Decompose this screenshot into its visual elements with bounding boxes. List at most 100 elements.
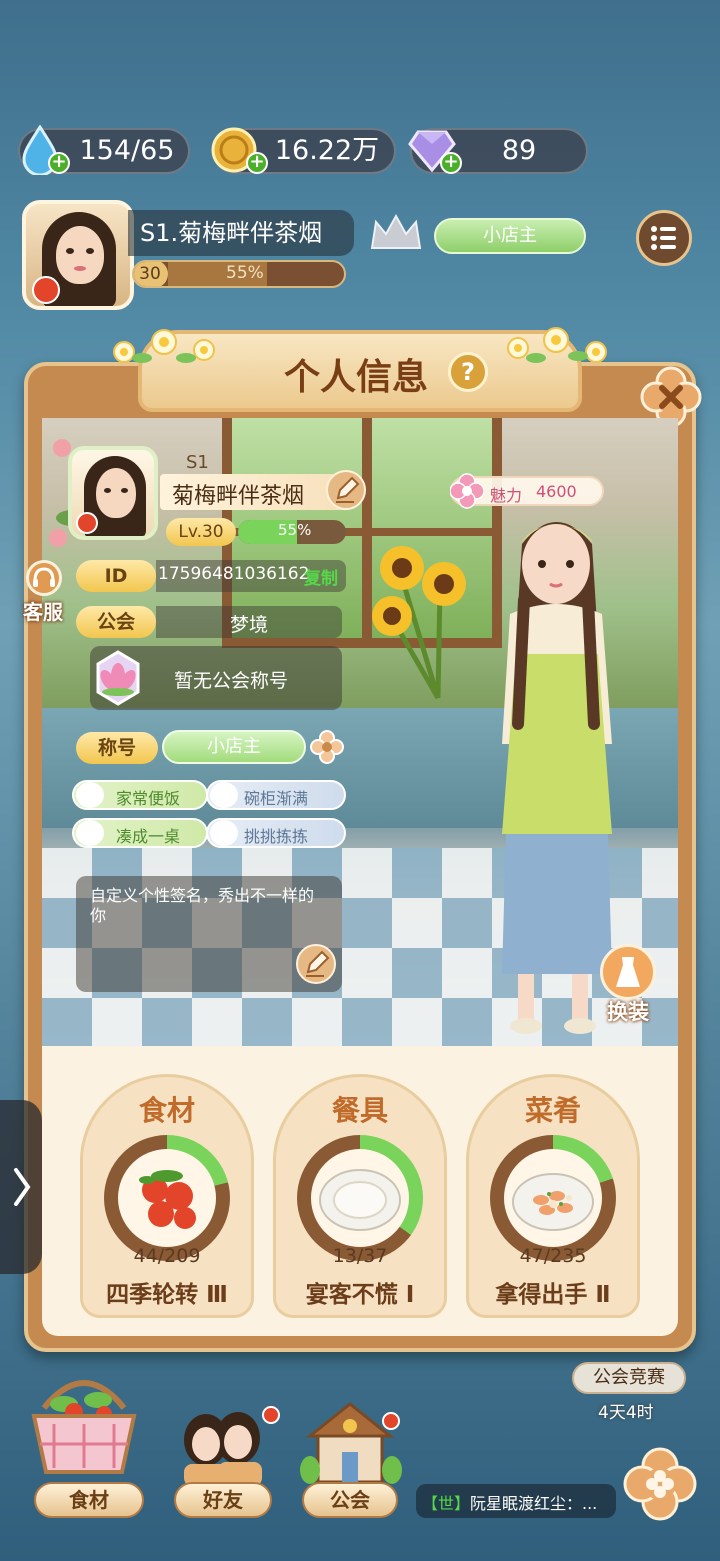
badge-2[interactable]: 碗柜渐满 [206,780,346,810]
badge-1-icon [76,782,104,808]
dress-up-button[interactable]: 换装 [596,944,660,1026]
player-level: 30 [139,264,161,284]
collection-card-dishes[interactable]: 菜肴 47/235 拿得出手 Ⅱ [466,1074,640,1318]
coin-value: 16.22万 [274,135,380,166]
side-expand-button[interactable] [0,1100,42,1274]
add-water-icon[interactable]: + [48,152,70,174]
rank-badge[interactable]: 小店主 [434,218,586,254]
customer-service-button[interactable]: 客服 [14,560,72,626]
water-counter[interactable]: + 154/65 [18,125,190,175]
help-icon: ? [461,358,475,386]
chat-channel: 【世】 [422,1494,471,1513]
edit-signature-button[interactable] [296,944,336,984]
chat-text: 阮星眠渡红尘：... [470,1494,598,1513]
title-value: 小店主 [207,736,261,757]
badge-2-label: 碗柜渐满 [244,789,309,808]
panel-title: 个人信息 [284,357,429,398]
badge-3-icon [76,820,104,846]
nav-ingredients-label: 食材 [69,1488,109,1512]
help-button[interactable]: ? [448,352,488,392]
collection-level: 宴客不慌 Ⅰ [305,1282,415,1308]
dress-icon [600,944,656,1000]
add-coin-icon[interactable]: + [246,152,268,174]
rank-badge-label: 小店主 [483,225,537,246]
basket-icon[interactable] [24,1368,144,1478]
tomato-mini-icon [76,512,98,534]
guild-title: 暂无公会称号 [174,670,289,692]
world-chat-bar[interactable]: 【世】 阮星眠渡红尘：... [416,1484,616,1518]
copy-button[interactable]: 复制 [304,564,338,589]
guild-contest-button[interactable]: 公会竞赛 [572,1362,686,1394]
coin-counter[interactable]: + 16.22万 [211,127,396,174]
title-label: 称号 [76,732,158,764]
collection-title: 餐具 [331,1094,388,1127]
dish-icon [504,1149,602,1247]
badge-3[interactable]: 凑成一桌 [72,818,208,848]
crown-icon [368,212,424,252]
dress-up-label: 换装 [607,1000,649,1024]
guild-contest-label: 公会竞赛 [593,1367,665,1388]
water-value: 154/65 [79,135,175,166]
tomato-badge-icon [32,276,60,304]
chevron-right-icon [14,1168,31,1206]
profile-name: 菊梅畔伴茶烟 [172,484,305,509]
profile-level-pill: Lv.30 [166,518,236,546]
nav-friends[interactable]: 好友 [174,1482,272,1518]
profile-level: Lv.30 [178,522,224,542]
gem-value: 89 [501,135,537,166]
profile-level-progress: 55% [278,521,312,539]
badge-2-icon [210,782,238,808]
collection-card-ingredients[interactable]: 食材 44/209 四季轮转 Ⅲ [80,1074,254,1318]
plate-icon [311,1149,409,1247]
customer-service-label: 客服 [23,600,63,624]
charm-flower-icon [449,472,485,510]
signature-text: 自定义个性签名，秀出不一样的你 [90,886,315,925]
player-level-bar: 30 55% [132,260,346,288]
add-gem-icon[interactable]: + [440,152,462,174]
edit-name-button[interactable] [326,470,366,510]
headset-icon [26,560,62,596]
player-name: S1.菊梅畔伴茶烟 [128,210,354,256]
badge-3-label: 凑成一桌 [116,827,181,846]
nav-guild[interactable]: 公会 [302,1482,398,1518]
menu-icon[interactable] [636,210,692,266]
title-settings-icon[interactable] [310,730,344,764]
collection-card-tableware[interactable]: 餐具 13/37 宴客不慌 Ⅰ [273,1074,447,1318]
collection-count: 44/209 [133,1245,201,1267]
collection-ring [490,1135,616,1261]
player-progress-text: 55% [226,263,264,283]
nav-ingredients[interactable]: 食材 [34,1482,144,1518]
tomato-icon [118,1149,216,1247]
nav-guild-label: 公会 [330,1488,370,1512]
collection-count: 13/37 [332,1245,388,1267]
guild-notification-dot [382,1412,400,1430]
guild-contest-time: 4天4时 [598,1403,654,1423]
badge-1[interactable]: 家常便饭 [72,780,208,810]
more-menu-icon[interactable] [622,1446,698,1522]
collection-ring [297,1135,423,1261]
collection-level: 四季轮转 Ⅲ [106,1282,228,1308]
id-label: ID [76,560,156,592]
friends-icon[interactable] [168,1410,278,1486]
player-level-circle: 30 [134,262,168,286]
collection-title: 食材 [138,1094,195,1127]
collection-title: 菜肴 [524,1094,581,1127]
profile-name-bar: 菊梅畔伴茶烟 [160,470,366,510]
gem-counter[interactable]: + 89 [408,128,588,174]
charm-value: 4600 [536,482,577,501]
flower-decoration-right-icon [492,318,632,372]
nav-friends-label: 好友 [203,1488,243,1512]
sunflower-bouquet-icon [362,538,482,708]
guild-value: 梦境 [230,614,269,636]
profile-server: S1 [186,452,209,473]
charm-box: 魅力 4600 [449,473,604,509]
title-value-pill[interactable]: 小店主 [162,730,306,764]
lotus-icon [88,648,148,708]
profile-avatar[interactable] [68,446,158,540]
player-avatar[interactable] [22,200,134,310]
friends-notification-dot [262,1406,280,1424]
id-value: 17596481036162 [158,564,310,584]
badge-4[interactable]: 挑挑拣拣 [206,818,346,848]
collection-ring [104,1135,230,1261]
badge-1-label: 家常便饭 [116,789,181,808]
